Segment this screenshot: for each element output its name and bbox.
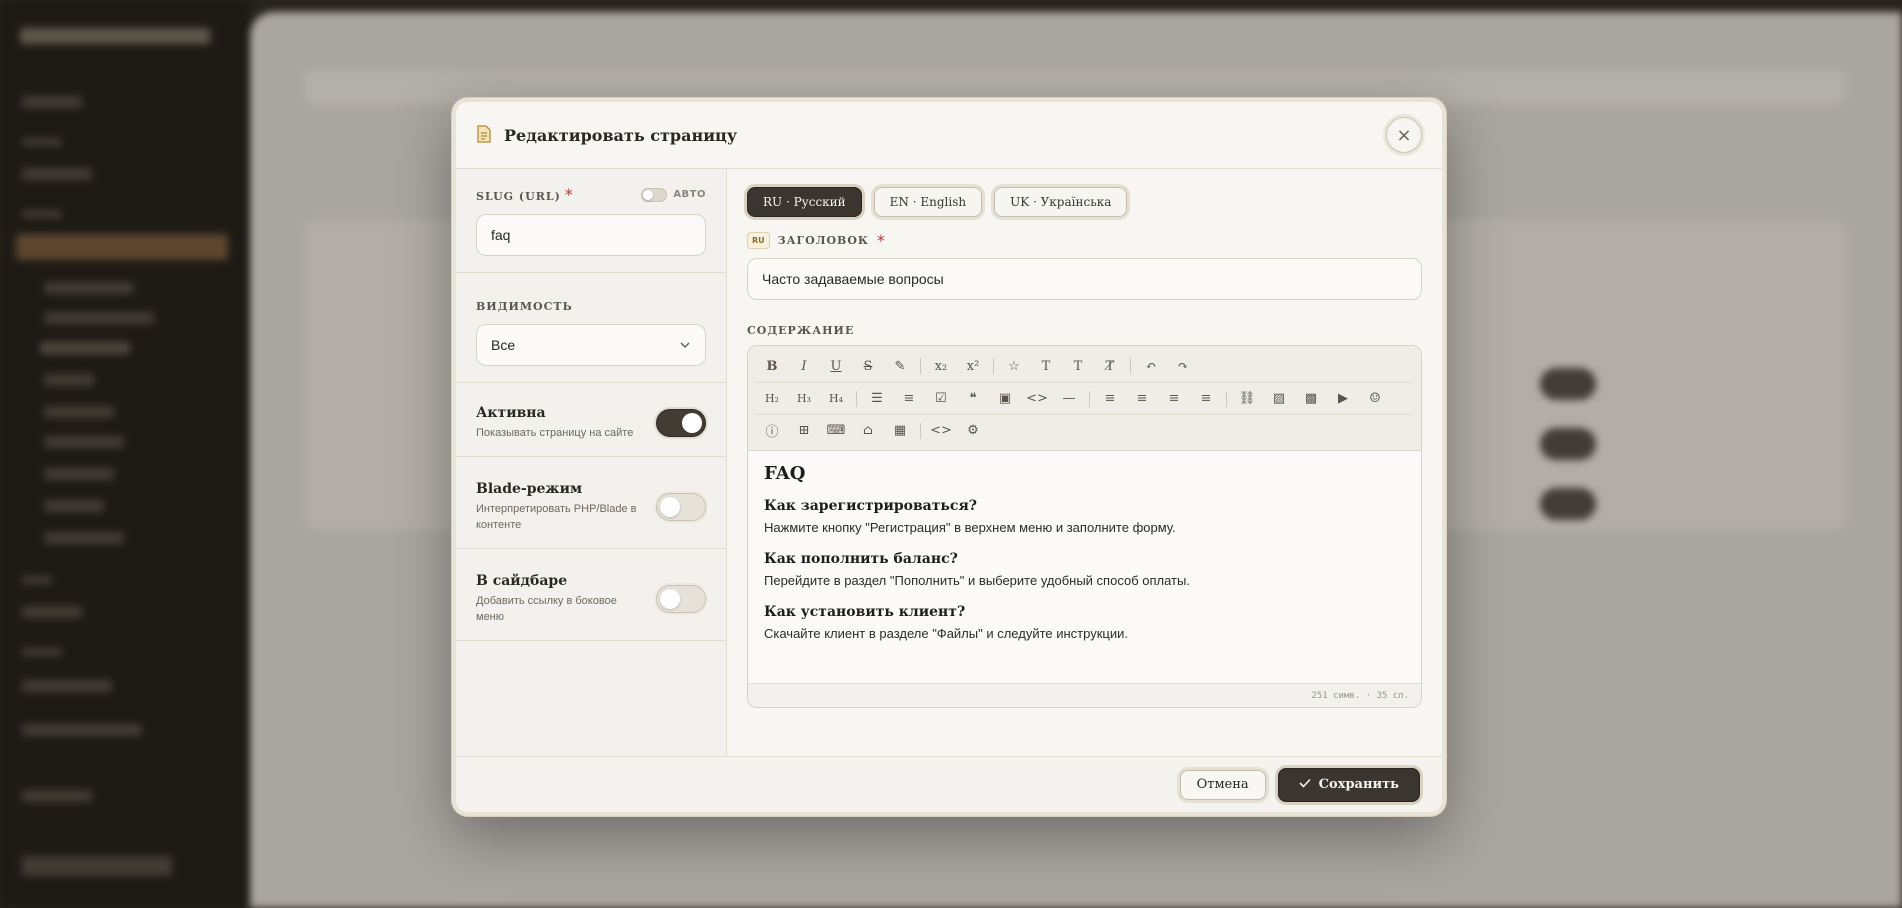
dialog-body: SLUG (URL) * АВТО faq ВИДИМОСТЬ Все Акти… [456,169,1442,756]
horizontal-rule-icon[interactable]: — [1053,386,1085,412]
link-icon[interactable]: ⛓ [1231,386,1263,412]
code-block-icon[interactable]: ▣ [989,386,1021,412]
video-icon[interactable]: ▶ [1327,386,1359,412]
sidebar-switch[interactable] [656,585,706,613]
content-label: СОДЕРЖАНИЕ [747,324,855,337]
clear-format-icon[interactable]: T̸ [1094,353,1126,379]
faq-answer: Скачайте клиент в разделе "Файлы" и след… [764,626,1128,641]
save-label: Сохранить [1318,777,1399,792]
task-list-icon[interactable]: ☑ [925,386,957,412]
faq-question: Как установить клиент? [764,604,966,620]
auto-slug-toggle[interactable]: АВТО [641,187,706,202]
highlight-icon[interactable]: ✎ [884,353,916,379]
faq-answer: Нажмите кнопку "Регистрация" в верхнем м… [764,520,1176,535]
bullet-list-icon[interactable]: ☰ [861,386,893,412]
faq-question: Как пополнить баланс? [764,551,958,567]
language-tabs: RU · Русский EN · English UK · Українськ… [747,187,1422,217]
bold-icon[interactable]: B [756,353,788,379]
slug-section: SLUG (URL) * АВТО faq [456,169,726,273]
char-word-counter: 251 симв. · 35 сл. [1311,690,1409,701]
title-input[interactable]: Часто задаваемые вопросы [747,258,1422,300]
heading-3-icon[interactable]: H₃ [788,386,820,412]
editor-status-bar: 251 симв. · 35 сл. [748,683,1421,707]
strikethrough-icon[interactable]: S [852,353,884,379]
text-style-icon[interactable]: T [1062,353,1094,379]
underline-icon[interactable]: U [820,353,852,379]
table-icon[interactable]: ▦ [884,418,916,444]
close-button[interactable]: × [1386,117,1422,153]
auto-slug-switch[interactable] [641,187,668,202]
save-button[interactable]: Сохранить [1277,767,1420,802]
check-icon [1299,777,1311,792]
settings-icon[interactable]: ⚙ [957,418,989,444]
sidebar-subtitle: Добавить ссылку в боковое меню [476,594,617,624]
redo-icon[interactable]: ↷ [1167,353,1199,379]
visibility-label: ВИДИМОСТЬ [476,300,573,313]
heading-4-icon[interactable]: H₄ [820,386,852,412]
cancel-button[interactable]: Отмена [1179,769,1266,800]
active-toggle-section: Активна Показывать страницу на сайте [456,383,726,457]
emoji-icon[interactable]: ☺ [1359,386,1391,412]
align-justify-icon[interactable]: ≡ [1190,386,1222,412]
content-heading: FAQ [764,463,806,484]
slug-input[interactable]: faq [476,214,706,256]
visibility-selected: Все [491,337,516,353]
active-title: Активна [476,405,546,421]
required-mark: * [564,185,573,204]
subscript-icon[interactable]: x₂ [925,353,957,379]
visibility-select[interactable]: Все [476,324,706,366]
document-icon [476,125,494,145]
align-left-icon[interactable]: ≡ [1094,386,1126,412]
superscript-icon[interactable]: x² [957,353,989,379]
grid-icon[interactable]: ⊞ [788,418,820,444]
tab-uk[interactable]: UK · Українська [994,187,1128,217]
content-panel: RU · Русский EN · English UK · Українськ… [727,169,1442,756]
info-icon[interactable]: ⓘ [756,418,788,444]
blade-title: Blade-режим [476,480,583,497]
active-subtitle: Показывать страницу на сайте [476,427,634,439]
active-switch[interactable] [656,409,706,438]
source-code-icon[interactable]: <> [925,418,957,444]
star-icon[interactable]: ☆ [998,353,1030,379]
lang-badge: RU [747,232,770,249]
chevron-down-icon [679,338,691,352]
sidebar-toggle-section: В сайдбаре Добавить ссылку в боковое мен… [456,549,726,641]
tab-en[interactable]: EN · English [873,187,983,217]
gallery-icon[interactable]: ▩ [1295,386,1327,412]
keyboard-icon[interactable]: ⌨ [820,418,852,444]
align-right-icon[interactable]: ≡ [1158,386,1190,412]
visibility-section: ВИДИМОСТЬ Все [456,273,726,383]
required-mark: * [876,231,885,250]
heading-2-icon[interactable]: H₂ [756,386,788,412]
image-icon[interactable]: ▨ [1263,386,1295,412]
inline-code-icon[interactable]: <> [1021,386,1053,412]
edit-page-dialog: Редактировать страницу × SLUG (URL) * АВТ… [452,98,1446,816]
dialog-title: Редактировать страницу [504,125,738,145]
blade-subtitle: Интерпретировать PHP/Blade в контенте [476,502,637,532]
text-size-icon[interactable]: T [1030,353,1062,379]
blade-toggle-section: Blade-режим Интерпретировать PHP/Blade в… [456,457,726,549]
faq-question: Как зарегистрироваться? [764,498,978,514]
italic-icon[interactable]: I [788,353,820,379]
rich-text-editor: B I U S ✎ x₂ x² ☆ T T T̸ ↶ ↷ H₂ H₃ H₄ ☰ … [747,345,1422,708]
auto-slug-label: АВТО [673,189,706,200]
sidebar-title: В сайдбаре [476,572,568,589]
title-label: ЗАГОЛОВОК [777,234,869,247]
title-field-label: RU ЗАГОЛОВОК * [747,231,1422,250]
ordered-list-icon[interactable]: ≡ [893,386,925,412]
slug-label: SLUG (URL) [476,190,561,203]
editor-toolbar: B I U S ✎ x₂ x² ☆ T T T̸ ↶ ↷ H₂ H₃ H₄ ☰ … [748,346,1421,451]
align-center-icon[interactable]: ≡ [1126,386,1158,412]
blade-switch[interactable] [656,493,706,521]
tab-ru[interactable]: RU · Русский [747,187,862,217]
faq-answer: Перейдите в раздел "Пополнить" и выберит… [764,573,1190,588]
undo-icon[interactable]: ↶ [1135,353,1167,379]
close-icon: × [1396,124,1412,146]
editor-content[interactable]: FAQ Как зарегистрироваться? Нажмите кноп… [748,451,1421,683]
quote-icon[interactable]: ❝ [957,386,989,412]
tag-icon[interactable]: ⌂ [852,418,884,444]
dialog-footer: Отмена Сохранить [456,756,1442,812]
dialog-header: Редактировать страницу × [456,102,1442,169]
settings-panel: SLUG (URL) * АВТО faq ВИДИМОСТЬ Все Акти… [456,169,727,756]
